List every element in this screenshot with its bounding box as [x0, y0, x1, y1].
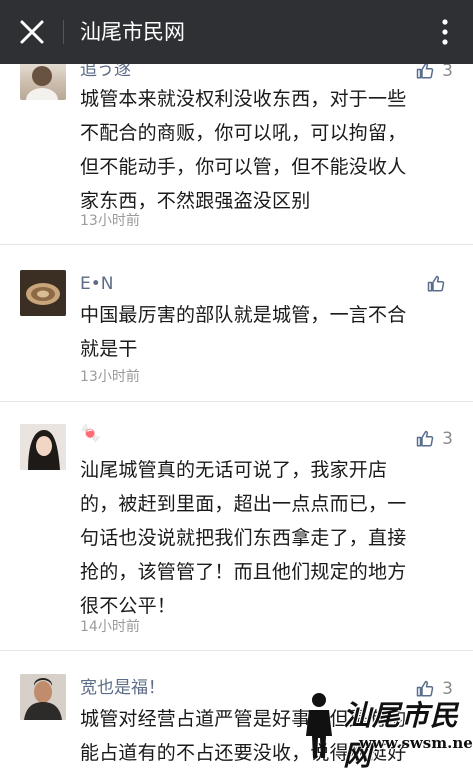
thumbs-up-icon — [427, 275, 445, 292]
comment-line: 汕尾城管真的无话可说了，我家开店 — [80, 459, 388, 481]
comment-text: 汕尾城管真的无话可说了，我家开店 的，被赶到里面，超出一点点而已，一 句话也没说… — [80, 453, 445, 623]
avatar[interactable] — [20, 674, 66, 720]
thumbs-up-icon — [416, 62, 434, 79]
page-title: 汕尾市民网 — [80, 20, 185, 44]
more-button[interactable] — [435, 14, 455, 50]
divider — [0, 401, 473, 402]
comment-line: 抢的，该管管了！而且他们规定的地方 — [80, 561, 407, 583]
comment-line: 句话也没说就把我们东西拿走了，直接 — [80, 527, 407, 549]
thumbs-up-icon — [416, 430, 434, 447]
comment-author[interactable]: 🍬 — [80, 422, 101, 446]
comment-time: 14小时前 — [80, 619, 140, 635]
comment-text: 城管本来就没权利没收东西，对于一些 不配合的商贩，你可以吼，可以拘留， 但不能动… — [80, 82, 445, 218]
comment-feed: 追う逐 3 城管本来就没权利没收东西，对于一些 不配合的商贩，你可以吼，可以拘留… — [0, 0, 473, 764]
silhouette-icon — [306, 693, 332, 758]
comment-line: 但不能动手，你可以管，但不能没收人 — [80, 156, 407, 178]
close-button[interactable] — [14, 14, 50, 50]
avatar[interactable] — [20, 270, 66, 316]
comment-line: 的，被赶到里面，超出一点点而已，一 — [80, 493, 407, 515]
divider — [0, 650, 473, 651]
watermark-logo: 汕尾市民网 www.swsm.net — [297, 690, 473, 772]
comment-line: 城管本来就没权利没收东西，对于一些 — [80, 88, 407, 110]
comment-time: 13小时前 — [80, 213, 140, 229]
more-vertical-icon — [442, 19, 448, 45]
comment-author[interactable]: 宽也是福！ — [80, 676, 165, 700]
comment-author[interactable]: E•N — [80, 272, 114, 296]
like-count: 3 — [442, 429, 453, 449]
header-bar: 汕尾市民网 — [0, 0, 473, 64]
close-icon — [20, 20, 44, 44]
like-button[interactable] — [427, 273, 453, 295]
comment-time: 13小时前 — [80, 369, 140, 385]
header-divider — [63, 20, 64, 44]
like-count: 3 — [442, 61, 453, 81]
comment-line: 就是干 — [80, 338, 138, 360]
divider — [0, 244, 473, 245]
comment-line: 中国最厉害的部队就是城管，一言不合 — [80, 304, 407, 326]
avatar[interactable] — [20, 424, 66, 470]
comment-line: 不配合的商贩，你可以吼，可以拘留， — [80, 122, 407, 144]
avatar[interactable] — [20, 60, 66, 100]
like-button[interactable]: 3 — [416, 428, 453, 450]
watermark-url: www.swsm.net — [359, 734, 473, 752]
comment-text: 中国最厉害的部队就是城管，一言不合 就是干 — [80, 298, 445, 366]
